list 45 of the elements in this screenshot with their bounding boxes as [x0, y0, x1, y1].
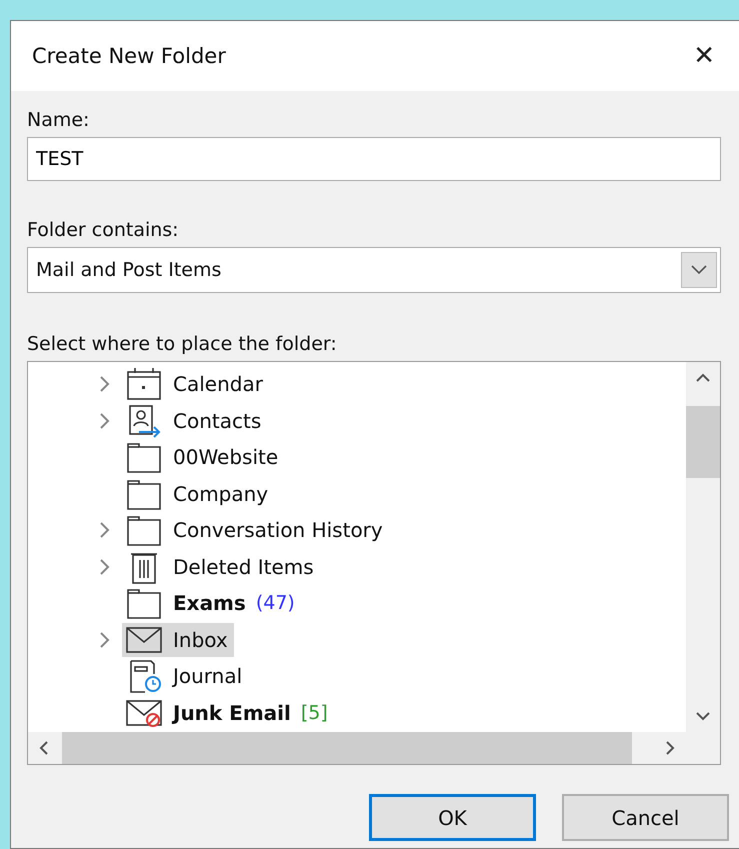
- folder-name: Contacts: [173, 408, 262, 433]
- dropdown-value: Mail and Post Items: [36, 259, 222, 281]
- expand-chevron-icon[interactable]: [99, 521, 111, 540]
- name-input-field[interactable]: TEST: [27, 137, 721, 181]
- name-label: Name:: [27, 109, 90, 131]
- folder-icon: [125, 513, 163, 548]
- folder-tree-item[interactable]: Calendar: [122, 367, 269, 402]
- calendar-icon: [125, 367, 163, 402]
- folder-icon: [125, 440, 163, 474]
- folder-name: Junk Email: [173, 700, 291, 725]
- folder-name: Journal: [173, 664, 242, 688]
- scrollbar-thumb[interactable]: [686, 406, 720, 478]
- location-label: Select where to place the folder:: [27, 333, 338, 355]
- unread-count: [5]: [300, 702, 328, 724]
- cancel-button[interactable]: Cancel: [562, 794, 729, 841]
- folder-tree-item[interactable]: Company: [122, 476, 274, 511]
- close-button[interactable]: ✕: [689, 41, 719, 71]
- unread-count: (47): [256, 592, 295, 614]
- chevron-down-icon: [691, 265, 707, 275]
- folder-name: Conversation History: [173, 518, 383, 542]
- folder-name: Company: [173, 482, 268, 506]
- folder-icon: [125, 586, 163, 620]
- folder-contains-label: Folder contains:: [27, 219, 180, 241]
- folder-tree-item[interactable]: Journal: [122, 659, 248, 694]
- folder-tree-item[interactable]: 00Website: [122, 440, 284, 474]
- folder-name: Inbox: [173, 628, 228, 652]
- expand-chevron-icon[interactable]: [99, 630, 111, 649]
- folder-name: Deleted Items: [173, 554, 314, 579]
- folder-name: 00Website: [173, 445, 278, 470]
- folder-tree-item[interactable]: Junk Email [5]: [122, 696, 334, 730]
- vertical-scrollbar[interactable]: [686, 362, 720, 732]
- folder-tree-item[interactable]: Exams (47): [122, 586, 301, 620]
- expand-chevron-icon[interactable]: [99, 558, 111, 576]
- folder-tree-item[interactable]: Deleted Items: [122, 550, 320, 584]
- expand-chevron-icon[interactable]: [99, 375, 111, 394]
- folder-tree-item[interactable]: Contacts: [122, 404, 268, 438]
- folder-name: Calendar: [173, 372, 263, 396]
- ok-button[interactable]: OK: [369, 794, 536, 841]
- folder-type-dropdown[interactable]: Mail and Post Items: [27, 247, 721, 293]
- folder-name: Exams: [173, 591, 246, 616]
- folder-tree-item[interactable]: Conversation History: [122, 513, 389, 548]
- dropdown-arrow-button[interactable]: [681, 252, 717, 288]
- folder-tree-item[interactable]: Inbox: [122, 622, 234, 657]
- expand-chevron-icon[interactable]: [99, 412, 111, 430]
- window-title: Create New Folder: [32, 44, 226, 68]
